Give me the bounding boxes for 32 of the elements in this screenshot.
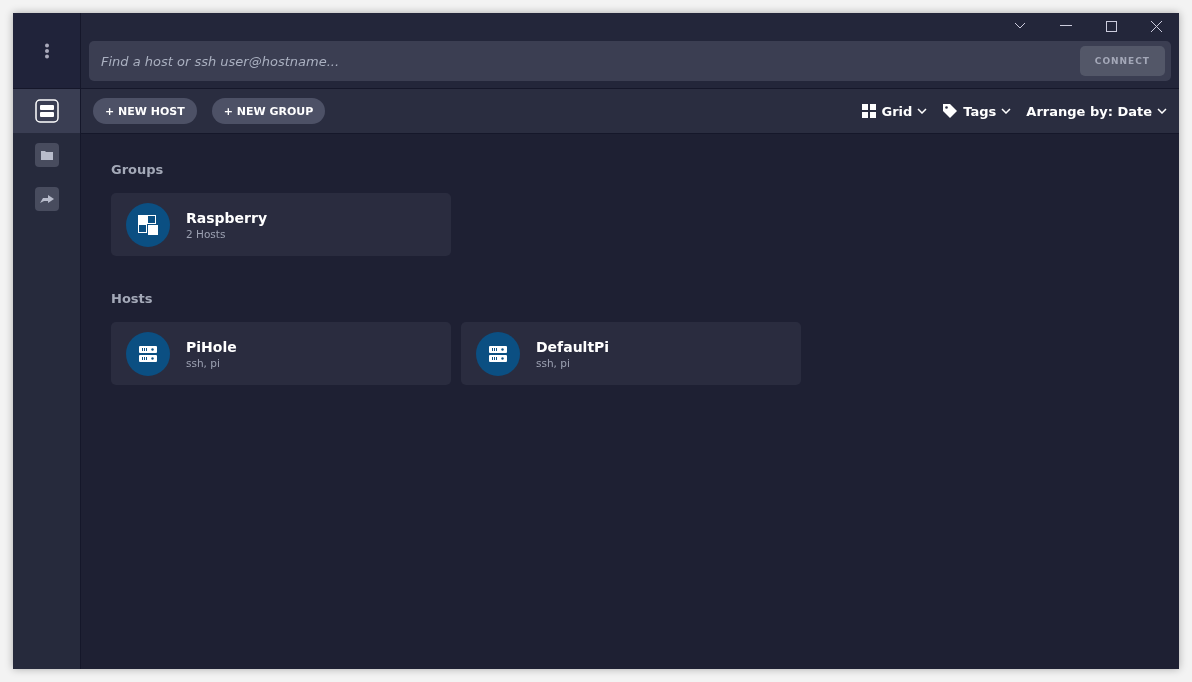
sidebar-item[interactable] <box>13 89 80 133</box>
maximize-icon[interactable] <box>1106 20 1117 32</box>
grid-icon <box>862 104 877 118</box>
new-button[interactable]: + NEW GROUP <box>211 98 326 124</box>
minimize-icon[interactable] <box>1060 25 1072 27</box>
chevron-down-icon <box>1001 108 1012 114</box>
chevron-down-icon <box>917 108 928 114</box>
tags-dropdown[interactable]: Tags <box>942 103 1012 119</box>
host-card[interactable]: DefaultPi ssh, pi <box>461 322 801 385</box>
card-title: DefaultPi <box>536 338 610 355</box>
card-subtitle: 2 Hosts <box>186 227 227 240</box>
group-icon <box>126 202 170 247</box>
arrange-dropdown[interactable]: Arrange by: Date <box>1026 103 1167 119</box>
card-title: PiHole <box>186 338 237 355</box>
card-title: Raspberry <box>186 209 268 226</box>
folder-icon <box>34 143 59 167</box>
host-card[interactable]: PiHole ssh, pi <box>111 322 451 385</box>
server-icon <box>34 99 59 123</box>
close-icon[interactable] <box>1151 20 1162 32</box>
card-subtitle: ssh, pi <box>186 356 221 369</box>
server-icon <box>126 331 170 376</box>
section-heading: Hosts <box>111 291 154 306</box>
new-button[interactable]: + NEW HOST <box>93 98 197 124</box>
chevron-down-icon[interactable] <box>1014 22 1026 30</box>
server-icon <box>476 331 520 376</box>
tag-icon <box>942 103 959 119</box>
card-subtitle: ssh, pi <box>536 356 571 369</box>
group-card[interactable]: Raspberry 2 Hosts <box>111 193 451 256</box>
view-dropdown[interactable]: Grid <box>862 103 928 119</box>
section-heading: Groups <box>111 162 165 177</box>
more-menu-icon[interactable] <box>43 42 50 59</box>
chevron-down-icon <box>1157 108 1167 114</box>
